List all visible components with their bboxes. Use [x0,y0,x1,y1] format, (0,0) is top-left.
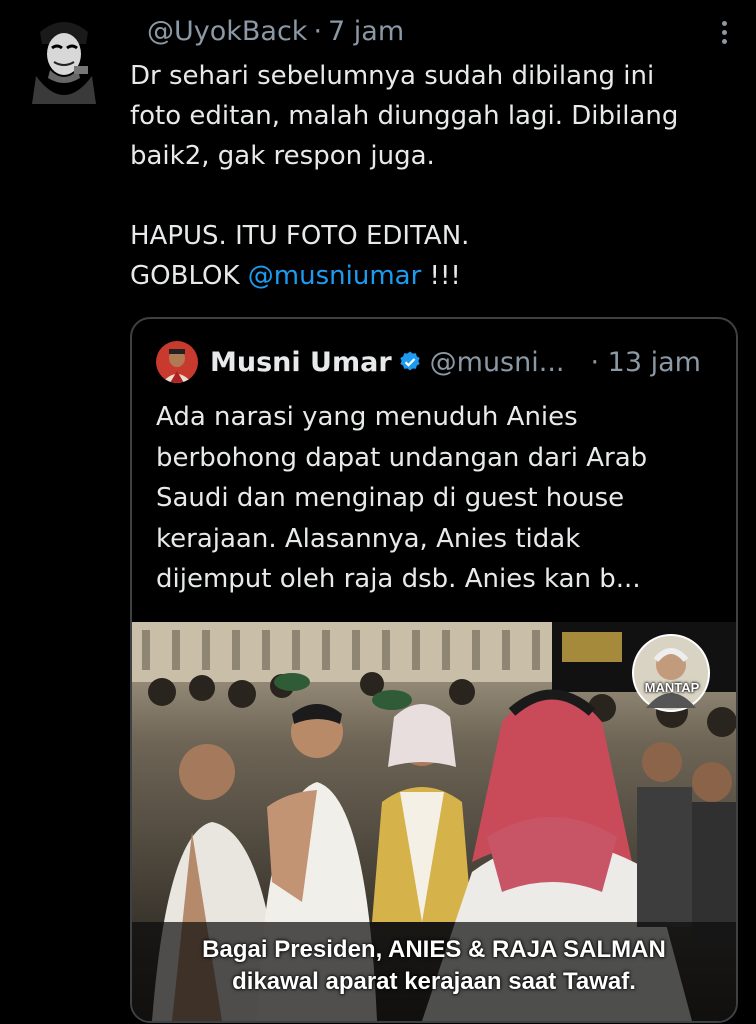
mantap-badge-label: MANTAP [644,680,700,695]
tweet-line: Dr sehari sebelumnya sudah dibilang ini [130,61,655,91]
tweet-body: Dr sehari sebelumnya sudah dibilang ini … [130,56,740,296]
tweet-line: baik2, gak respon juga. [130,141,435,171]
caption-line: Bagai Presiden, ANIES & RAJA SALMAN [202,936,666,963]
tweet-text-prefix: GOBLOK [130,261,248,291]
quoted-tweet-card[interactable]: Musni Umar @musni... · 13 jam Ada narasi… [130,317,738,1023]
quoted-tweet-timestamp[interactable]: · 13 jam [590,347,700,378]
more-options-icon[interactable] [718,18,730,50]
tweet-line: HAPUS. ITU FOTO EDITAN. [130,221,470,251]
quoted-tweet-line: dijemput oleh raja dsb. Anies kan b... [156,564,641,594]
quoted-tweet-body: Ada narasi yang menuduh Anies berbohong … [156,397,726,600]
quoted-author-avatar[interactable] [156,341,198,383]
quoted-tweet-image[interactable]: MANTAP Bagai Presiden, ANIES & RAJA SALM… [132,622,736,1021]
tweet-blank-line [130,176,740,216]
verified-badge-icon [399,351,420,371]
quoted-tweet-header: Musni Umar @musni... · 13 jam [156,339,701,385]
tweet-line: GOBLOK @musniumar !!! [130,256,740,296]
quoted-author-handle[interactable]: @musni... [430,347,565,378]
tweet-line: foto editan, malah diunggah lagi. Dibila… [130,101,679,131]
separator-dot: · [313,16,323,47]
quoted-tweet-line: berbohong dapat undangan dari Arab [156,442,648,473]
mantap-badge [630,632,712,714]
image-caption: Bagai Presiden, ANIES & RAJA SALMAN dika… [132,934,736,998]
quoted-author-name[interactable]: Musni Umar [210,347,392,378]
quoted-tweet-line: Saudi dan menginap di guest house [156,483,625,513]
tweet-timestamp[interactable]: 7 jam [328,16,404,47]
tweet-text-suffix: !!! [421,261,461,291]
user-avatar[interactable] [30,14,98,104]
quoted-tweet-line: kerajaan. Alasannya, Anies tidak [156,523,581,554]
quoted-tweet-line: Ada narasi yang menuduh Anies [156,402,578,432]
author-handle[interactable]: @UyokBack [147,16,307,47]
mention-link[interactable]: @musniumar [248,261,421,291]
tweet-header: @UyokBack · 7 jam [147,16,404,47]
caption-line: dikawal aparat kerajaan saat Tawaf. [232,968,636,995]
